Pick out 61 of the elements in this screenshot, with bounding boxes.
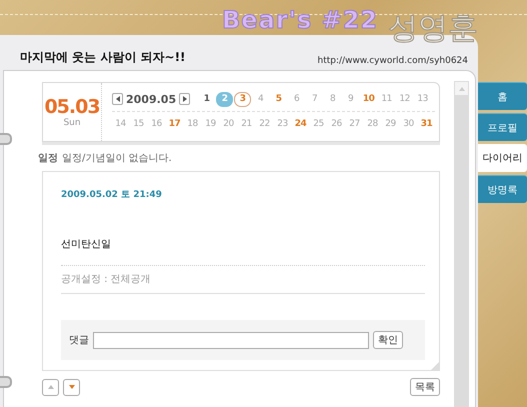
previous-button[interactable] [42, 378, 59, 396]
calendar-day[interactable]: 28 [364, 116, 381, 132]
calendar-day[interactable]: 16 [148, 116, 165, 132]
banner-title: Bear's #22 [222, 6, 378, 34]
comment-input[interactable] [93, 332, 369, 348]
schedule-label: 일정 [38, 152, 58, 165]
calendar-day[interactable]: 26 [328, 116, 345, 132]
calendar-day[interactable]: 11 [378, 92, 396, 106]
comment-label: 댓글 [69, 334, 89, 347]
calendar-day[interactable]: 6 [288, 92, 306, 106]
calendar-day[interactable]: 15 [130, 116, 147, 132]
up-arrow-icon [48, 385, 54, 389]
calendar-day[interactable]: 1 [198, 92, 216, 106]
nav-tab[interactable]: 방명록 [478, 175, 527, 203]
calendar-day[interactable]: 30 [400, 116, 417, 132]
calendar-day[interactable]: 3 [234, 92, 252, 106]
calendar-day[interactable]: 31 [418, 116, 435, 132]
calendar-day[interactable]: 22 [256, 116, 273, 132]
nav-tab[interactable]: 다이어리 [478, 144, 527, 172]
right-arrow-icon [182, 96, 187, 102]
calendar-day[interactable]: 23 [274, 116, 291, 132]
page-url: http://www.cyworld.com/syh0624 [318, 56, 468, 66]
entry-datetime: 2009.05.02 토 21:49 [61, 189, 163, 201]
calendar-day[interactable]: 2 [216, 92, 234, 106]
calendar-day[interactable]: 12 [396, 92, 414, 106]
calendar-day[interactable]: 7 [306, 92, 324, 106]
calendar-day[interactable]: 17 [166, 116, 183, 132]
current-date: 05.03 [44, 96, 100, 118]
calendar-day[interactable]: 13 [414, 92, 432, 106]
calendar-day[interactable]: 24 [292, 116, 309, 132]
calendar-day[interactable]: 4 [252, 92, 270, 106]
calendar-day[interactable]: 21 [238, 116, 255, 132]
calendar-day[interactable]: 8 [324, 92, 342, 106]
page-title: 마지막에 웃는 사람이 되자~!! [20, 49, 186, 66]
calendar-day[interactable]: 29 [382, 116, 399, 132]
calendar-day[interactable]: 25 [310, 116, 327, 132]
month-label: 2009.05 [126, 92, 176, 106]
scrollbar[interactable] [454, 81, 469, 407]
calendar-day[interactable]: 10 [360, 92, 378, 106]
scroll-up-button[interactable] [455, 82, 468, 95]
left-arrow-icon [116, 96, 120, 102]
calendar-day[interactable]: 19 [202, 116, 219, 132]
next-button[interactable] [63, 378, 80, 396]
list-button[interactable]: 목록 [410, 378, 440, 396]
confirm-button[interactable]: 확인 [373, 331, 403, 349]
calendar-day[interactable]: 14 [112, 116, 129, 132]
calendar-day[interactable]: 20 [220, 116, 237, 132]
next-month-button[interactable] [179, 93, 190, 105]
schedule-text: 일정/기념일이 없습니다. [62, 152, 172, 165]
weekday: Sun [63, 118, 81, 128]
entry-text: 선미탄신일 [61, 238, 112, 251]
calendar-day[interactable]: 9 [342, 92, 360, 106]
calendar-day[interactable]: 27 [346, 116, 363, 132]
nav-tab[interactable]: 프로필 [478, 113, 527, 141]
calendar-day[interactable]: 5 [270, 92, 288, 106]
down-arrow-icon [68, 385, 74, 389]
calendar-day[interactable]: 18 [184, 116, 201, 132]
prev-month-button[interactable] [112, 93, 123, 105]
privacy-setting: 공개설정 : 전체공개 [61, 265, 425, 294]
up-arrow-icon [458, 86, 464, 90]
nav-tab[interactable]: 홈 [478, 82, 527, 110]
